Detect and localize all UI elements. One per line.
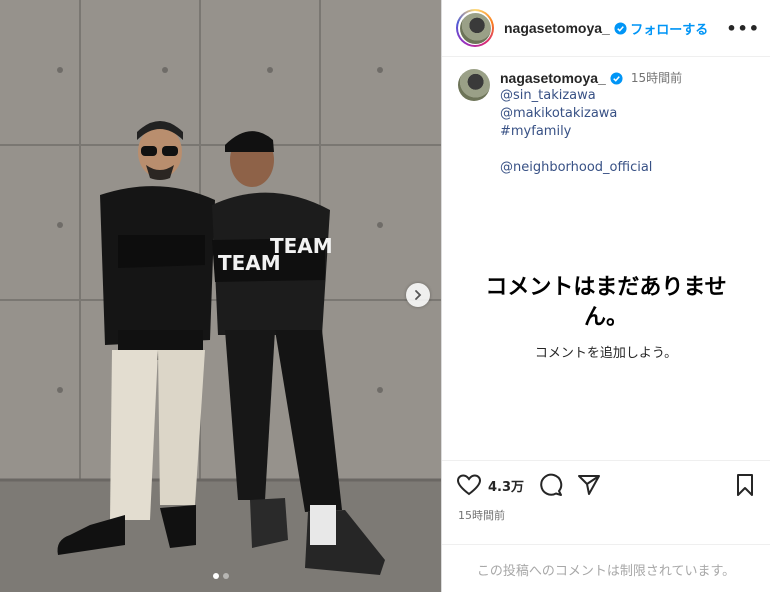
username-link[interactable]: nagasetomoya_: [504, 20, 610, 36]
heart-icon[interactable]: [456, 473, 482, 497]
action-bar: 4.3万 15時間前: [442, 460, 770, 544]
caption-avatar[interactable]: [458, 69, 490, 101]
caption-username[interactable]: nagasetomoya_: [500, 69, 606, 87]
story-avatar[interactable]: [456, 9, 494, 47]
mention-link[interactable]: @makikotakizawa: [500, 105, 682, 123]
more-icon[interactable]: •••: [726, 19, 760, 38]
follow-button[interactable]: フォローする: [630, 19, 708, 38]
verified-icon: [614, 21, 627, 35]
caption: nagasetomoya_ 15時間前 @sin_takizawa @makik…: [442, 57, 770, 177]
comments-restricted-notice: この投稿へのコメントは制限されています。: [442, 544, 770, 593]
post-sidebar: nagasetomoya_ フォローする ••• nagasetomoya_ 1…: [441, 0, 770, 592]
comment-icon[interactable]: [538, 473, 564, 497]
post-timestamp[interactable]: 15時間前: [458, 507, 770, 523]
carousel-dot-active: [212, 573, 219, 579]
hashtag-link[interactable]: #myfamily: [500, 123, 682, 141]
no-comments-title: コメントはまだありません。: [485, 275, 727, 330]
avatar: [459, 12, 491, 44]
no-comments-subtitle: コメントを追加しよう。: [534, 346, 678, 361]
share-icon[interactable]: [576, 473, 602, 497]
jacket-text-right: TEAM: [270, 234, 333, 258]
post-header: nagasetomoya_ フォローする •••: [442, 0, 770, 57]
no-comments: コメントはまだありません。 コメントを追加しよう。: [442, 273, 770, 361]
bookmark-icon[interactable]: [734, 473, 756, 497]
post-image[interactable]: TEAM TEAM: [0, 0, 441, 592]
photo: TEAM TEAM: [0, 0, 441, 592]
post-modal: TEAM TEAM nagasetomoya_ フォローする ••• nagas…: [0, 0, 770, 592]
verified-icon: [610, 71, 623, 85]
carousel-dot: [222, 573, 229, 579]
caption-time: 15時間前: [630, 71, 683, 85]
chevron-right-icon: [415, 290, 422, 300]
mention-link[interactable]: @sin_takizawa: [500, 87, 682, 105]
carousel-indicator: [0, 573, 441, 579]
mention-link[interactable]: @neighborhood_official: [500, 159, 682, 177]
next-image-button[interactable]: [406, 283, 430, 307]
like-count[interactable]: 4.3万: [488, 476, 524, 495]
